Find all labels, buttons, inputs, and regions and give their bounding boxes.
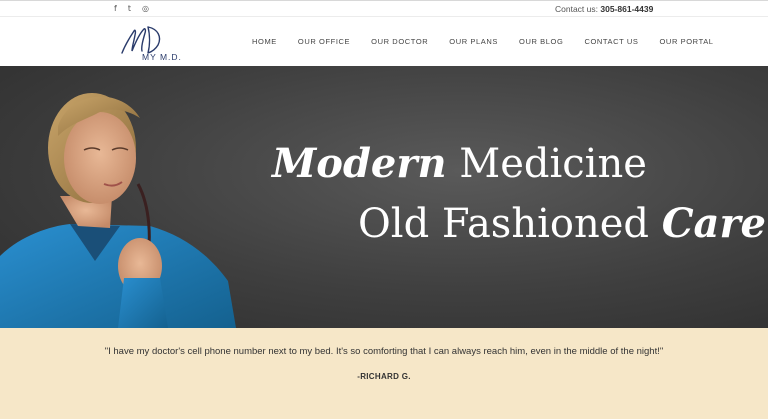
logo-text: MY M.D. (142, 52, 182, 62)
headline-emphasis-care: Care (661, 200, 766, 247)
contact-label: Contact us: (555, 4, 598, 14)
hero-banner: Modern Medicine Old Fashioned Care (0, 66, 768, 328)
testimonial-author: -RICHARD G. (357, 372, 411, 381)
nav-our-plans[interactable]: OUR PLANS (449, 37, 498, 46)
headline-line-2: Old Fashioned Care (358, 200, 766, 247)
headline-old-fashioned: Old Fashioned (358, 201, 662, 247)
headline-medicine: Medicine (446, 141, 647, 187)
testimonial-quote: "I have my doctor's cell phone number ne… (104, 346, 664, 357)
top-bar: f t ◎ Contact us: 305-861-4439 (0, 0, 768, 17)
headline-line-1: Modern Medicine (272, 140, 647, 187)
facebook-icon[interactable]: f (114, 4, 117, 14)
headline-emphasis-modern: Modern (272, 140, 447, 187)
logo[interactable]: MY M.D. (118, 23, 198, 63)
site-header: MY M.D. HOME OUR OFFICE OUR DOCTOR OUR P… (0, 17, 768, 66)
contact-phone[interactable]: 305-861-4439 (600, 4, 653, 14)
nav-our-blog[interactable]: OUR BLOG (519, 37, 563, 46)
nav-home[interactable]: HOME (252, 37, 277, 46)
nav-our-office[interactable]: OUR OFFICE (298, 37, 350, 46)
nav-our-doctor[interactable]: OUR DOCTOR (371, 37, 428, 46)
contact-info: Contact us: 305-861-4439 (555, 4, 653, 14)
twitter-icon[interactable]: t (128, 4, 131, 14)
main-nav: HOME OUR OFFICE OUR DOCTOR OUR PLANS OUR… (252, 37, 714, 46)
instagram-icon[interactable]: ◎ (142, 4, 149, 14)
social-links: f t ◎ (114, 4, 149, 14)
nav-contact-us[interactable]: CONTACT US (584, 37, 638, 46)
nav-our-portal[interactable]: OUR PORTAL (660, 37, 714, 46)
hero-headline: Modern Medicine Old Fashioned Care (0, 66, 768, 328)
testimonial-band: "I have my doctor's cell phone number ne… (0, 328, 768, 419)
